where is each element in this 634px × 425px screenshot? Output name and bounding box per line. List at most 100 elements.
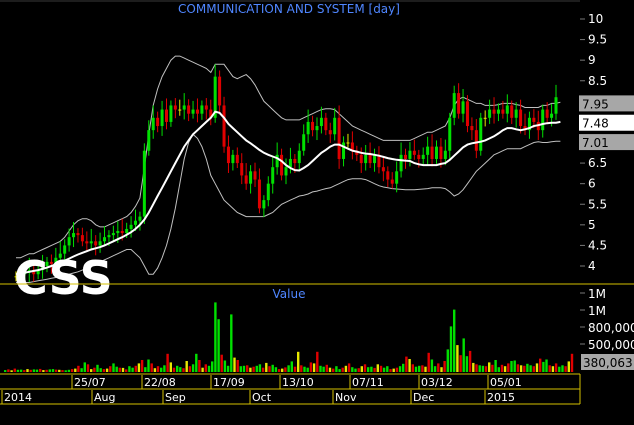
volume-bar [134,365,137,372]
volume-bar [405,356,408,372]
month-label: 2014 [4,391,32,404]
volume-bar [131,367,134,372]
volume-bar [554,363,558,372]
price-tick-label: 10 [588,12,603,26]
volume-bar [179,367,182,372]
candle-body [156,117,160,127]
volume-bar [424,366,427,372]
volume-bar [335,366,338,372]
volume-bar [118,367,121,372]
candle-body [151,117,155,131]
candle-body [103,237,107,242]
volume-bar [472,362,475,372]
volume-bar [185,361,188,372]
candle-body [430,146,434,159]
date-label: 07/11 [352,376,384,389]
candle-body [262,200,266,209]
date-label: 25/07 [74,376,106,389]
candle-body [545,109,549,118]
candle-body [195,109,199,114]
volume-bar [351,367,354,372]
candle-body [306,121,310,135]
volume-bar [163,365,166,372]
candle-body [333,117,337,135]
candle-body [421,154,425,159]
volume-bar [402,363,405,372]
volume-bar [32,369,36,372]
candle-body [342,142,346,159]
volume-bar [261,367,265,372]
volume-tick-label: 500,000 [588,338,634,352]
volume-bar [570,353,574,372]
candle-body [94,241,98,246]
candle-body [293,158,297,164]
candle-body [457,93,461,114]
volume-bar [45,369,48,372]
volume-bar [354,368,357,372]
candle-body [191,109,195,114]
volume-bar [70,369,74,372]
candle-body [319,117,323,127]
candle-body [129,224,133,229]
candle-body [470,126,474,131]
candle-body [368,154,372,164]
volume-bar [376,364,379,372]
volume-bar [465,356,469,372]
volume-bar [414,366,418,372]
volume-bar [567,361,570,372]
volume-bar [427,352,430,372]
volume-bar [491,364,494,372]
volume-bar [64,370,67,372]
volume-bar [252,366,255,372]
volume-bar [74,368,77,372]
volume-bar [121,367,125,372]
volume-bar [373,367,376,372]
volume-bar [437,363,440,372]
volume-bar [564,366,567,372]
volume-bar [513,360,516,372]
candle-body [519,109,523,127]
volume-bar [494,360,497,372]
candle-body [67,237,71,246]
candle-body [85,241,89,244]
candle-body [532,117,536,122]
volume-bar [421,365,424,372]
volume-bar [144,367,147,372]
date-label: 03/12 [421,376,453,389]
volume-bar [290,361,293,372]
volume-bar [328,367,332,372]
candle-body [434,146,438,159]
volume-bar [389,369,392,372]
candle-body [249,171,253,184]
volume-bar [481,365,485,372]
volume-bar [322,366,325,372]
volume-bar [519,365,523,372]
price-tick-label: 6.5 [588,156,607,170]
volume-bar [433,366,437,372]
volume-bar [156,366,160,372]
volume-bar [516,364,520,372]
volume-bar [347,363,351,372]
volume-bar [236,360,239,372]
volume-bar [153,368,157,372]
candle-body [187,105,191,114]
volume-bar [115,366,118,372]
candle-body [505,105,509,114]
candle-body [178,109,182,111]
candle-body [452,93,456,118]
volume-bar [220,354,223,372]
price-tick-label: 6 [588,177,596,191]
candle-body [257,179,261,209]
volume-bar [214,302,217,372]
candle-body [302,134,306,151]
volume-bar [277,369,281,372]
stock-chart-canvas: COMMUNICATION AND SYSTEM [day] CSS 10 9.5… [0,0,634,421]
volume-bar [316,351,319,372]
volume-bar [61,370,64,372]
volume-bar [535,363,539,372]
volume-bar [529,365,532,372]
candle-body [160,109,164,127]
volume-bar [54,369,58,372]
candle-body [501,109,505,114]
candle-body [337,117,341,159]
